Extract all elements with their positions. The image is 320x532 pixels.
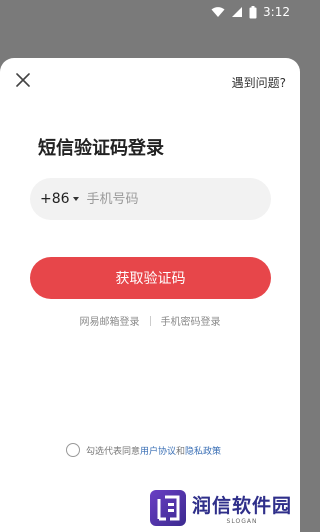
help-link[interactable]: 遇到问题? <box>232 74 286 91</box>
user-agreement-link[interactable]: 用户协议 <box>140 444 176 457</box>
phone-input[interactable] <box>86 191 257 207</box>
status-bar: 3:12 <box>0 0 300 24</box>
watermark: 润信软件园 SLOGAN <box>149 490 292 526</box>
agreement-checkbox[interactable] <box>66 443 80 457</box>
watermark-title: 润信软件园 <box>191 495 292 517</box>
password-login-link[interactable]: 手机密码登录 <box>161 313 221 328</box>
signal-icon <box>231 6 243 18</box>
get-code-button[interactable]: 获取验证码 <box>30 257 271 299</box>
watermark-logo-icon <box>149 490 186 526</box>
country-code-label: +86 <box>40 191 70 207</box>
phone-field: +86 <box>30 178 271 220</box>
chevron-down-icon <box>72 197 79 201</box>
agreement-and: 和 <box>176 446 186 457</box>
battery-icon <box>249 5 257 19</box>
agreement-prefix: 勾选代表同意 <box>86 446 141 457</box>
status-time: 3:12 <box>263 5 290 19</box>
privacy-policy-link[interactable]: 隐私政策 <box>185 444 221 457</box>
watermark-slogan: SLOGAN <box>226 518 258 525</box>
country-code-selector[interactable]: +86 <box>40 191 79 207</box>
login-sheet: 遇到问题? 短信验证码登录 +86 获取验证码 网易邮箱登录 手机密码登录 勾选… <box>0 58 300 532</box>
close-icon <box>16 72 30 91</box>
close-button[interactable] <box>12 70 34 92</box>
agreement-row: 勾选代表同意 用户协议 和 隐私政策 <box>66 443 221 457</box>
page-title: 短信验证码登录 <box>38 138 164 159</box>
watermark-text: 润信软件园 SLOGAN <box>192 491 292 525</box>
email-login-link[interactable]: 网易邮箱登录 <box>80 313 140 328</box>
alt-login-links: 网易邮箱登录 手机密码登录 <box>0 313 300 328</box>
wifi-icon <box>211 6 225 18</box>
divider <box>149 315 151 326</box>
